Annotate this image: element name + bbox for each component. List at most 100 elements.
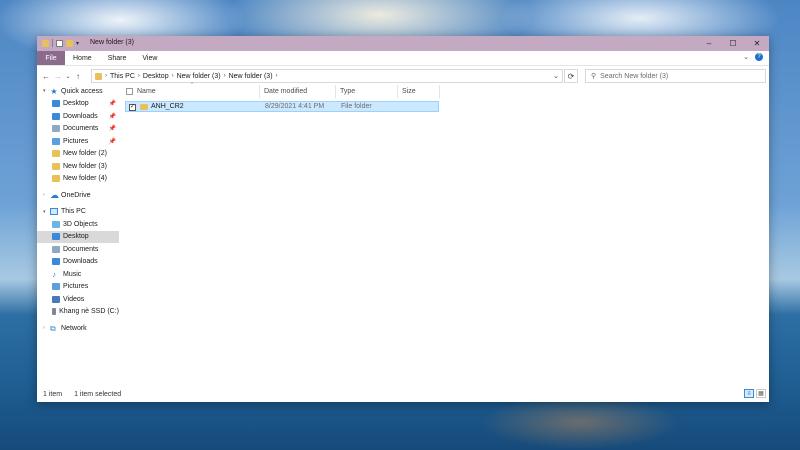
sort-ascending-icon: ^ bbox=[191, 82, 194, 88]
column-divider[interactable] bbox=[259, 85, 260, 98]
pin-icon[interactable]: 📌 bbox=[109, 113, 116, 120]
select-all-checkbox[interactable] bbox=[126, 88, 133, 95]
breadcrumb-new-folder-3[interactable]: New folder (3) bbox=[177, 73, 221, 80]
column-header-size[interactable]: Size bbox=[402, 88, 416, 95]
details-view-icon[interactable]: ≡ bbox=[744, 389, 754, 398]
videos-icon bbox=[52, 295, 60, 303]
3d-objects-icon bbox=[52, 220, 60, 228]
help-icon[interactable]: ? bbox=[755, 53, 763, 61]
folder-icon bbox=[42, 39, 49, 47]
breadcrumb-new-folder-3-current[interactable]: New folder (3) bbox=[229, 73, 273, 80]
pin-icon[interactable]: 📌 bbox=[109, 125, 116, 132]
sidebar-item-label: New folder (4) bbox=[63, 175, 107, 183]
sidebar-item-videos[interactable]: Videos bbox=[37, 293, 119, 306]
title-bar[interactable]: ▾ New folder (3) – ☐ ✕ bbox=[37, 36, 769, 51]
column-divider[interactable] bbox=[335, 85, 336, 98]
sidebar-item-3d-objects[interactable]: 3D Objects bbox=[37, 218, 119, 231]
file-name[interactable]: ANH_CR2 bbox=[151, 103, 184, 110]
close-button[interactable]: ✕ bbox=[745, 36, 769, 51]
address-dropdown-icon[interactable]: ⌄ bbox=[553, 72, 559, 80]
chevron-right-icon[interactable]: › bbox=[224, 73, 226, 79]
folder-icon bbox=[140, 104, 148, 110]
computer-icon bbox=[50, 208, 58, 216]
window-controls: – ☐ ✕ bbox=[697, 36, 769, 51]
large-icons-view-icon[interactable]: ▦ bbox=[756, 389, 766, 398]
file-type: File folder bbox=[341, 103, 372, 110]
chevron-right-icon[interactable]: › bbox=[276, 73, 278, 79]
sidebar-item-label: This PC bbox=[61, 208, 86, 216]
search-icon: ⚲ bbox=[591, 73, 597, 80]
tab-home[interactable]: Home bbox=[65, 55, 100, 62]
minimize-button[interactable]: – bbox=[697, 36, 721, 51]
desktop-icon bbox=[52, 100, 60, 108]
new-folder-icon[interactable] bbox=[66, 39, 73, 47]
forward-arrow-icon[interactable]: → bbox=[52, 72, 64, 81]
sidebar-item-downloads-pc[interactable]: Downloads bbox=[37, 256, 119, 269]
sidebar-item-documents[interactable]: Documents 📌 bbox=[37, 123, 119, 136]
sidebar-item-label: New folder (2) bbox=[63, 150, 107, 158]
chevron-down-icon[interactable]: ▾ bbox=[43, 88, 46, 94]
row-checkbox[interactable]: ✓ bbox=[129, 103, 136, 111]
quick-access-toolbar: ▾ bbox=[42, 39, 79, 47]
folder-icon bbox=[52, 150, 60, 158]
column-header-name[interactable]: Name bbox=[137, 88, 156, 95]
pictures-icon bbox=[52, 137, 60, 145]
sidebar-item-pictures[interactable]: Pictures 📌 bbox=[37, 135, 119, 148]
sidebar-item-label: Pictures bbox=[63, 137, 89, 145]
chevron-right-icon[interactable]: › bbox=[43, 192, 45, 198]
file-list[interactable]: Name ^ Date modified Type Size ✓ ANH_CR2… bbox=[123, 82, 769, 386]
chevron-down-icon[interactable]: ▾ bbox=[43, 209, 46, 215]
sidebar-item-network[interactable]: › ⧉ Network bbox=[37, 322, 119, 335]
chevron-right-icon[interactable]: › bbox=[138, 73, 140, 79]
wallpaper-glow bbox=[480, 395, 680, 450]
properties-icon[interactable] bbox=[56, 39, 63, 47]
sidebar-item-drive-c[interactable]: Khang nè SSD (C:) bbox=[37, 306, 119, 319]
expand-ribbon-icon[interactable]: ⌄ bbox=[743, 53, 749, 61]
tab-share[interactable]: Share bbox=[100, 55, 135, 62]
sidebar-item-onedrive[interactable]: › ☁ OneDrive bbox=[37, 189, 119, 202]
up-arrow-icon[interactable]: ↑ bbox=[72, 72, 84, 81]
column-divider[interactable] bbox=[439, 85, 440, 98]
sidebar-item-music[interactable]: ♪ Music bbox=[37, 268, 119, 281]
sidebar-item-new-folder-4[interactable]: New folder (4) bbox=[37, 173, 119, 186]
column-header-type[interactable]: Type bbox=[340, 88, 355, 95]
sidebar-item-label: Network bbox=[61, 324, 87, 332]
sidebar-item-downloads[interactable]: Downloads 📌 bbox=[37, 110, 119, 123]
ribbon-tabs: File Home Share View ⌄ ? bbox=[37, 51, 769, 66]
pin-icon[interactable]: 📌 bbox=[109, 100, 116, 107]
star-icon: ★ bbox=[50, 86, 58, 96]
chevron-right-icon[interactable]: › bbox=[43, 325, 45, 331]
sidebar-item-new-folder-2[interactable]: New folder (2) bbox=[37, 148, 119, 161]
folder-icon bbox=[95, 72, 102, 80]
table-row[interactable]: ✓ ANH_CR2 8/29/2021 4:41 PM File folder bbox=[125, 101, 439, 112]
tab-view[interactable]: View bbox=[134, 55, 165, 62]
maximize-button[interactable]: ☐ bbox=[721, 36, 745, 51]
sidebar-item-desktop[interactable]: Desktop 📌 bbox=[37, 98, 119, 111]
folder-icon bbox=[52, 175, 60, 183]
search-input[interactable]: ⚲ Search New folder (3) bbox=[585, 69, 766, 83]
sidebar-item-documents-pc[interactable]: Documents bbox=[37, 243, 119, 256]
column-header-date-modified[interactable]: Date modified bbox=[264, 88, 307, 95]
sidebar-item-desktop-selected[interactable]: Desktop bbox=[37, 230, 119, 243]
sidebar-item-quick-access[interactable]: ▾ ★ Quick access bbox=[37, 85, 119, 98]
refresh-button[interactable]: ⟳ bbox=[564, 69, 578, 83]
sidebar-item-pictures-pc[interactable]: Pictures bbox=[37, 281, 119, 294]
chevron-right-icon[interactable]: › bbox=[172, 73, 174, 79]
address-bar[interactable]: › This PC › Desktop › New folder (3) › N… bbox=[91, 69, 563, 83]
tab-file[interactable]: File bbox=[37, 51, 65, 65]
breadcrumb-desktop[interactable]: Desktop bbox=[143, 73, 169, 80]
sidebar-item-new-folder-3[interactable]: New folder (3) bbox=[37, 160, 119, 173]
pin-icon[interactable]: 📌 bbox=[109, 138, 116, 145]
column-divider[interactable] bbox=[397, 85, 398, 98]
chevron-right-icon[interactable]: › bbox=[105, 73, 107, 79]
recent-locations-icon[interactable]: ⌄ bbox=[64, 73, 72, 80]
documents-icon bbox=[52, 245, 60, 253]
breadcrumb-this-pc[interactable]: This PC bbox=[110, 73, 135, 80]
navigation-pane[interactable]: ▾ ★ Quick access Desktop 📌 Downloads 📌 D… bbox=[37, 85, 119, 386]
back-arrow-icon[interactable]: ← bbox=[40, 72, 52, 81]
sidebar-item-this-pc[interactable]: ▾ This PC bbox=[37, 206, 119, 219]
network-icon: ⧉ bbox=[50, 323, 56, 333]
status-selection: 1 item selected bbox=[74, 390, 122, 398]
window-title: New folder (3) bbox=[90, 39, 134, 46]
customize-toolbar-icon[interactable]: ▾ bbox=[76, 40, 79, 47]
